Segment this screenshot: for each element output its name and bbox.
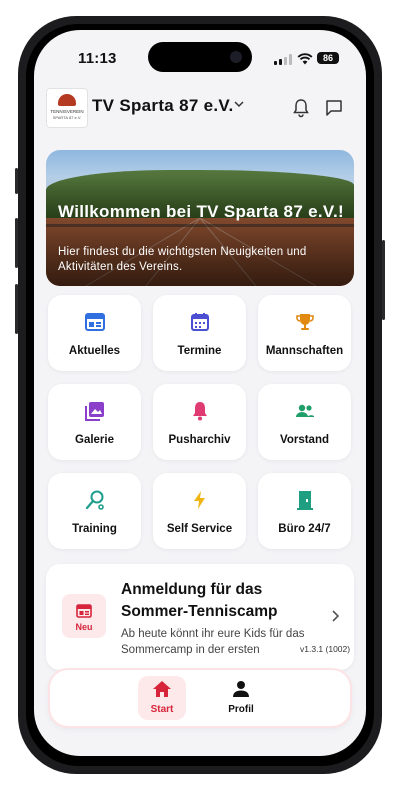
wifi-icon <box>297 53 313 65</box>
news-icon <box>76 604 92 618</box>
tile-label: Training <box>72 523 117 535</box>
volume-down-button <box>15 284 18 334</box>
logo-text-line1: TENNISVEREIN <box>50 109 84 114</box>
tab-label: Profil <box>228 704 254 715</box>
tile-mannschaften[interactable]: Mannschaften <box>258 295 351 371</box>
gallery-icon <box>85 402 104 421</box>
chevron-down-icon[interactable] <box>234 100 244 108</box>
tile-termine[interactable]: Termine <box>153 295 246 371</box>
bell-icon <box>193 402 207 421</box>
bottom-tab-bar: Start Profil <box>50 670 350 726</box>
news-badge: Neu <box>62 594 106 638</box>
tile-label: Self Service <box>166 523 233 535</box>
tile-buero[interactable]: Büro 24/7 <box>258 473 351 549</box>
tile-aktuelles[interactable]: Aktuelles <box>48 295 141 371</box>
group-icon <box>296 404 314 417</box>
tab-label: Start <box>150 704 174 715</box>
app-header: TENNISVEREIN SPARTA 87 e.V. TV Sparta 87… <box>34 84 366 134</box>
signal-icon <box>274 54 292 65</box>
tile-label: Pusharchiv <box>168 434 231 446</box>
status-time: 11:13 <box>78 50 117 67</box>
club-name[interactable]: TV Sparta 87 e.V. <box>92 96 234 116</box>
chat-icon[interactable] <box>324 98 344 118</box>
home-icon <box>153 681 171 697</box>
trophy-icon <box>296 314 314 330</box>
tab-start[interactable]: Start <box>138 676 186 720</box>
dynamic-island <box>148 42 252 72</box>
battery-indicator: 86 <box>317 52 339 64</box>
news-card[interactable]: Neu Anmeldung für das Sommer-Tenniscamp … <box>46 564 354 670</box>
club-logo[interactable]: TENNISVEREIN SPARTA 87 e.V. <box>46 88 88 128</box>
lightning-icon <box>194 491 205 509</box>
welcome-subtitle: Hier findest du die wichtigsten Neuigkei… <box>58 246 307 273</box>
chevron-right-icon <box>332 610 339 622</box>
tile-vorstand[interactable]: Vorstand <box>258 384 351 460</box>
bell-icon[interactable] <box>292 98 310 118</box>
tab-profil[interactable]: Profil <box>217 676 265 720</box>
tile-label: Büro 24/7 <box>278 523 331 535</box>
tile-training[interactable]: Training <box>48 473 141 549</box>
racket-icon <box>85 490 104 510</box>
tile-label: Mannschaften <box>265 345 344 357</box>
tile-label: Galerie <box>75 434 114 446</box>
tile-pusharchiv[interactable]: Pusharchiv <box>153 384 246 460</box>
door-icon <box>297 491 313 510</box>
app-screen: 11:13 86 TENNISVEREIN SPARTA 87 e.V. TV … <box>34 30 366 756</box>
news-title: Anmeldung für das Sommer-Tenniscamp <box>121 581 278 620</box>
calendar-icon <box>191 313 209 331</box>
tile-label: Aktuelles <box>68 345 121 357</box>
news-icon <box>85 313 105 331</box>
tile-label: Vorstand <box>280 434 329 446</box>
app-version: v1.3.1 (1002) <box>300 644 351 654</box>
tile-self-service[interactable]: Self Service <box>153 473 246 549</box>
welcome-banner[interactable]: Willkommen bei TV Sparta 87 e.V.! Hier f… <box>46 150 354 286</box>
power-button <box>382 240 385 320</box>
person-icon <box>233 681 249 697</box>
volume-up-button <box>15 218 18 268</box>
tile-label: Termine <box>177 345 222 357</box>
news-badge-label: Neu <box>75 622 93 632</box>
welcome-title: Willkommen bei TV Sparta 87 e.V.! <box>58 202 344 221</box>
logo-text-line2: SPARTA 87 e.V. <box>52 115 82 120</box>
action-button <box>15 168 18 194</box>
status-bar: 11:13 86 <box>34 30 366 84</box>
tile-galerie[interactable]: Galerie <box>48 384 141 460</box>
